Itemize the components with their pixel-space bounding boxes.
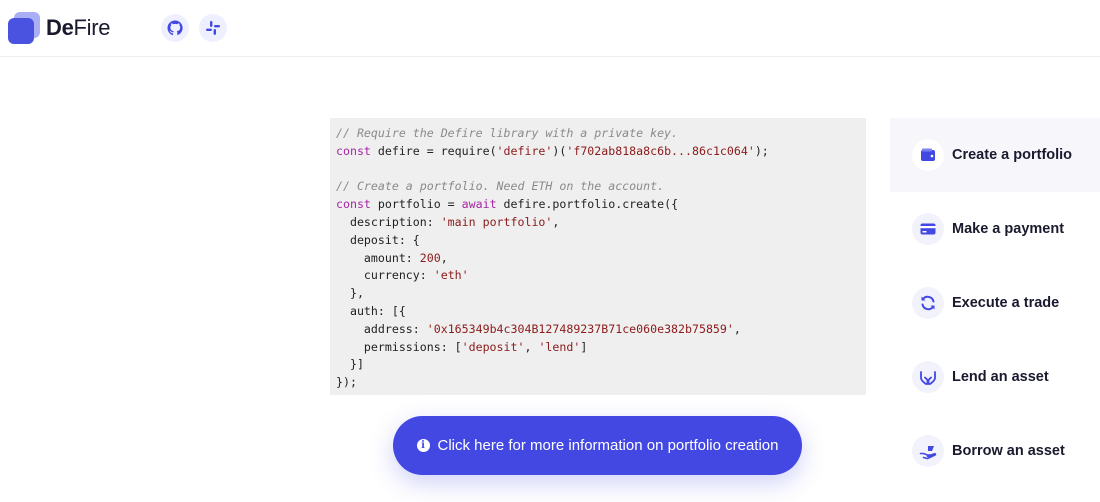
code-token: address: (336, 321, 427, 336)
menu-item-label: Make a payment (952, 221, 1065, 237)
brand-name: DeFire (46, 12, 111, 44)
top-header: DeFire (0, 0, 1100, 57)
menu-item-create-portfolio[interactable]: Create a portfolio (890, 118, 1100, 192)
slack-icon[interactable] (199, 14, 227, 42)
hand-holding-icon (912, 435, 944, 467)
code-token: 200 (419, 250, 441, 265)
code-line: permissions: ['deposit', 'lend'] (336, 339, 860, 357)
code-line: }); (336, 374, 860, 392)
refresh-icon (912, 287, 944, 319)
code-token: }, (336, 286, 364, 301)
code-line: const portfolio = await defire.portfolio… (336, 196, 860, 214)
code-token: await (461, 197, 497, 212)
code-token: )( (552, 143, 567, 158)
code-token: const (336, 197, 371, 212)
github-icon[interactable] (161, 14, 189, 42)
code-snippet: // Require the Defire library with a pri… (330, 118, 866, 395)
code-line: address: '0x165349b4c304B127489237B71ce0… (336, 321, 860, 339)
hands-icon (912, 361, 944, 393)
code-token: 'lend' (538, 339, 581, 354)
brand-logo[interactable]: DeFire (8, 12, 111, 44)
code-token: , (552, 214, 560, 229)
code-line: }, (336, 285, 860, 303)
code-token: // Require the Defire library with a pri… (336, 126, 679, 140)
code-token: currency: (336, 268, 434, 283)
brand-name-regular: Fire (73, 15, 111, 40)
code-token: 'deposit' (461, 339, 525, 354)
code-token: '0x165349b4c304B127489237B71ce060e382b75… (426, 321, 734, 336)
brand-name-bold: De (46, 15, 74, 40)
code-token: 'main portfolio' (440, 214, 553, 229)
code-token: ); (754, 143, 769, 158)
code-line: const defire = require('defire')('f702ab… (336, 143, 860, 161)
code-token: portfolio = (370, 197, 462, 212)
info-icon: i (416, 439, 430, 452)
code-token: ] (580, 339, 588, 354)
menu-item-lend-asset[interactable]: Lend an asset (890, 340, 1100, 414)
code-token: 'eth' (433, 268, 469, 283)
menu-item-make-payment[interactable]: Make a payment (890, 192, 1100, 266)
wallet-icon (912, 139, 944, 171)
code-token: , (733, 321, 741, 336)
menu-item-label: Lend an asset (952, 369, 1049, 385)
code-token: auth: [{ (336, 303, 406, 318)
code-token: , (524, 339, 539, 354)
code-token: deposit: { (336, 232, 420, 247)
code-token: const (336, 143, 371, 158)
menu-item-borrow-asset[interactable]: Borrow an asset (890, 414, 1100, 488)
more-info-label: Click here for more information on portf… (437, 437, 779, 454)
code-line: deposit: { (336, 232, 860, 250)
code-token: 'f702ab818a8c6b...86c1c064' (566, 143, 755, 158)
credit-card-icon (912, 213, 944, 245)
code-line: // Create a portfolio. Need ETH on the a… (336, 178, 860, 196)
code-token: description: (336, 214, 441, 229)
code-line: description: 'main portfolio', (336, 214, 860, 232)
code-token: defire.portfolio.create({ (496, 197, 679, 212)
code-line: // Require the Defire library with a pri… (336, 125, 860, 143)
logo-mark-icon (8, 12, 40, 44)
code-line: }] (336, 356, 860, 374)
menu-item-label: Create a portfolio (952, 147, 1073, 163)
code-token: amount: (336, 250, 420, 265)
code-token: }); (336, 375, 357, 390)
code-token: 'defire' (496, 143, 553, 158)
code-token: , (440, 250, 448, 265)
feature-menu: Create a portfolio Make a payment Execut… (890, 118, 1100, 488)
code-line: auth: [{ (336, 303, 860, 321)
code-token: permissions: [ (336, 339, 462, 354)
menu-item-label: Execute a trade (952, 295, 1060, 311)
menu-item-label: Borrow an asset (952, 443, 1065, 459)
menu-item-execute-trade[interactable]: Execute a trade (890, 266, 1100, 340)
code-token: }] (336, 357, 364, 372)
code-token: // Create a portfolio. Need ETH on the a… (336, 179, 665, 194)
code-token: defire = require( (370, 143, 497, 158)
code-line: currency: 'eth' (336, 267, 860, 285)
code-line: amount: 200, (336, 250, 860, 268)
more-info-button[interactable]: i Click here for more information on por… (393, 416, 802, 475)
